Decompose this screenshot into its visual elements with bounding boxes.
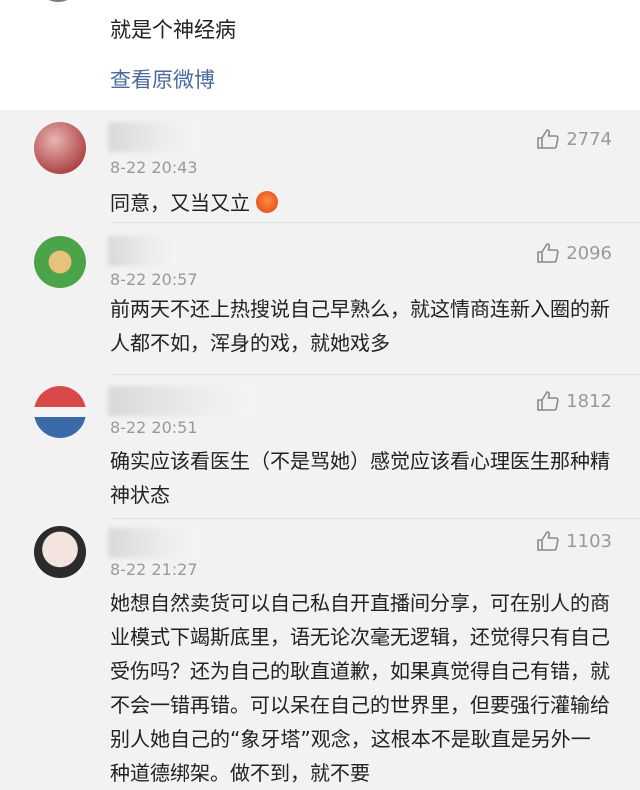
comment-list: 8-22 20:43 2774 同意，又当又立 8-22 20:57 2096 … [0,110,640,785]
comment-text: 前两天不还上热搜说自己早熟么，就这情商连新入圈的新人都不如，浑身的戏，就她戏多 [110,297,610,355]
comment-text-content: 同意，又当又立 [110,191,250,215]
comment-text: 她想自然卖货可以自己私自开直播间分享，可在别人的商业模式下竭斯底里，语无论次毫无… [110,591,610,785]
like-button[interactable]: 1103 [536,530,612,552]
like-count: 1103 [566,530,612,552]
thumbs-up-icon [537,129,559,149]
comment-item: 8-22 20:43 2774 同意，又当又立 [0,110,640,222]
comment-text: 同意，又当又立 [110,186,610,220]
avatar[interactable] [34,236,86,288]
username-blurred[interactable] [108,122,198,152]
like-button[interactable]: 2774 [536,128,612,150]
comment-time: 8-22 20:43 [110,158,198,177]
avatar[interactable] [34,122,86,174]
comment-item: 8-22 20:57 2096 前两天不还上热搜说自己早熟么，就这情商连新入圈的… [0,222,640,374]
thumbs-up-icon [537,531,559,551]
username-blurred[interactable] [108,236,178,266]
comment-item: 8-22 20:51 1812 确实应该看医生（不是骂她）感觉应该看心理医生那种… [0,374,640,518]
thumbs-up-icon [537,391,559,411]
like-count: 2096 [566,242,612,264]
comment-text: 确实应该看医生（不是骂她）感觉应该看心理医生那种精神状态 [110,449,610,507]
angry-face-emoji [256,191,279,213]
view-original-post-link[interactable]: 查看原微博 [110,64,215,94]
username-blurred[interactable] [108,528,198,558]
like-button[interactable]: 1812 [536,390,612,412]
username-blurred[interactable] [108,386,258,416]
like-button[interactable]: 2096 [536,242,612,264]
post-text: 就是个神经病 [110,18,236,42]
like-count: 1812 [566,390,612,412]
avatar[interactable] [34,386,86,438]
original-post-card: 就是个神经病 查看原微博 [0,0,640,110]
like-count: 2774 [566,128,612,150]
comment-time: 8-22 20:57 [110,270,198,289]
avatar[interactable] [34,526,86,578]
thumbs-up-icon [537,243,559,263]
comment-time: 8-22 20:51 [110,418,198,437]
avatar[interactable] [34,0,82,2]
comment-item: 8-22 21:27 1103 她想自然卖货可以自己私自开直播间分享，可在别人的… [0,518,640,785]
comment-time: 8-22 21:27 [110,560,198,579]
